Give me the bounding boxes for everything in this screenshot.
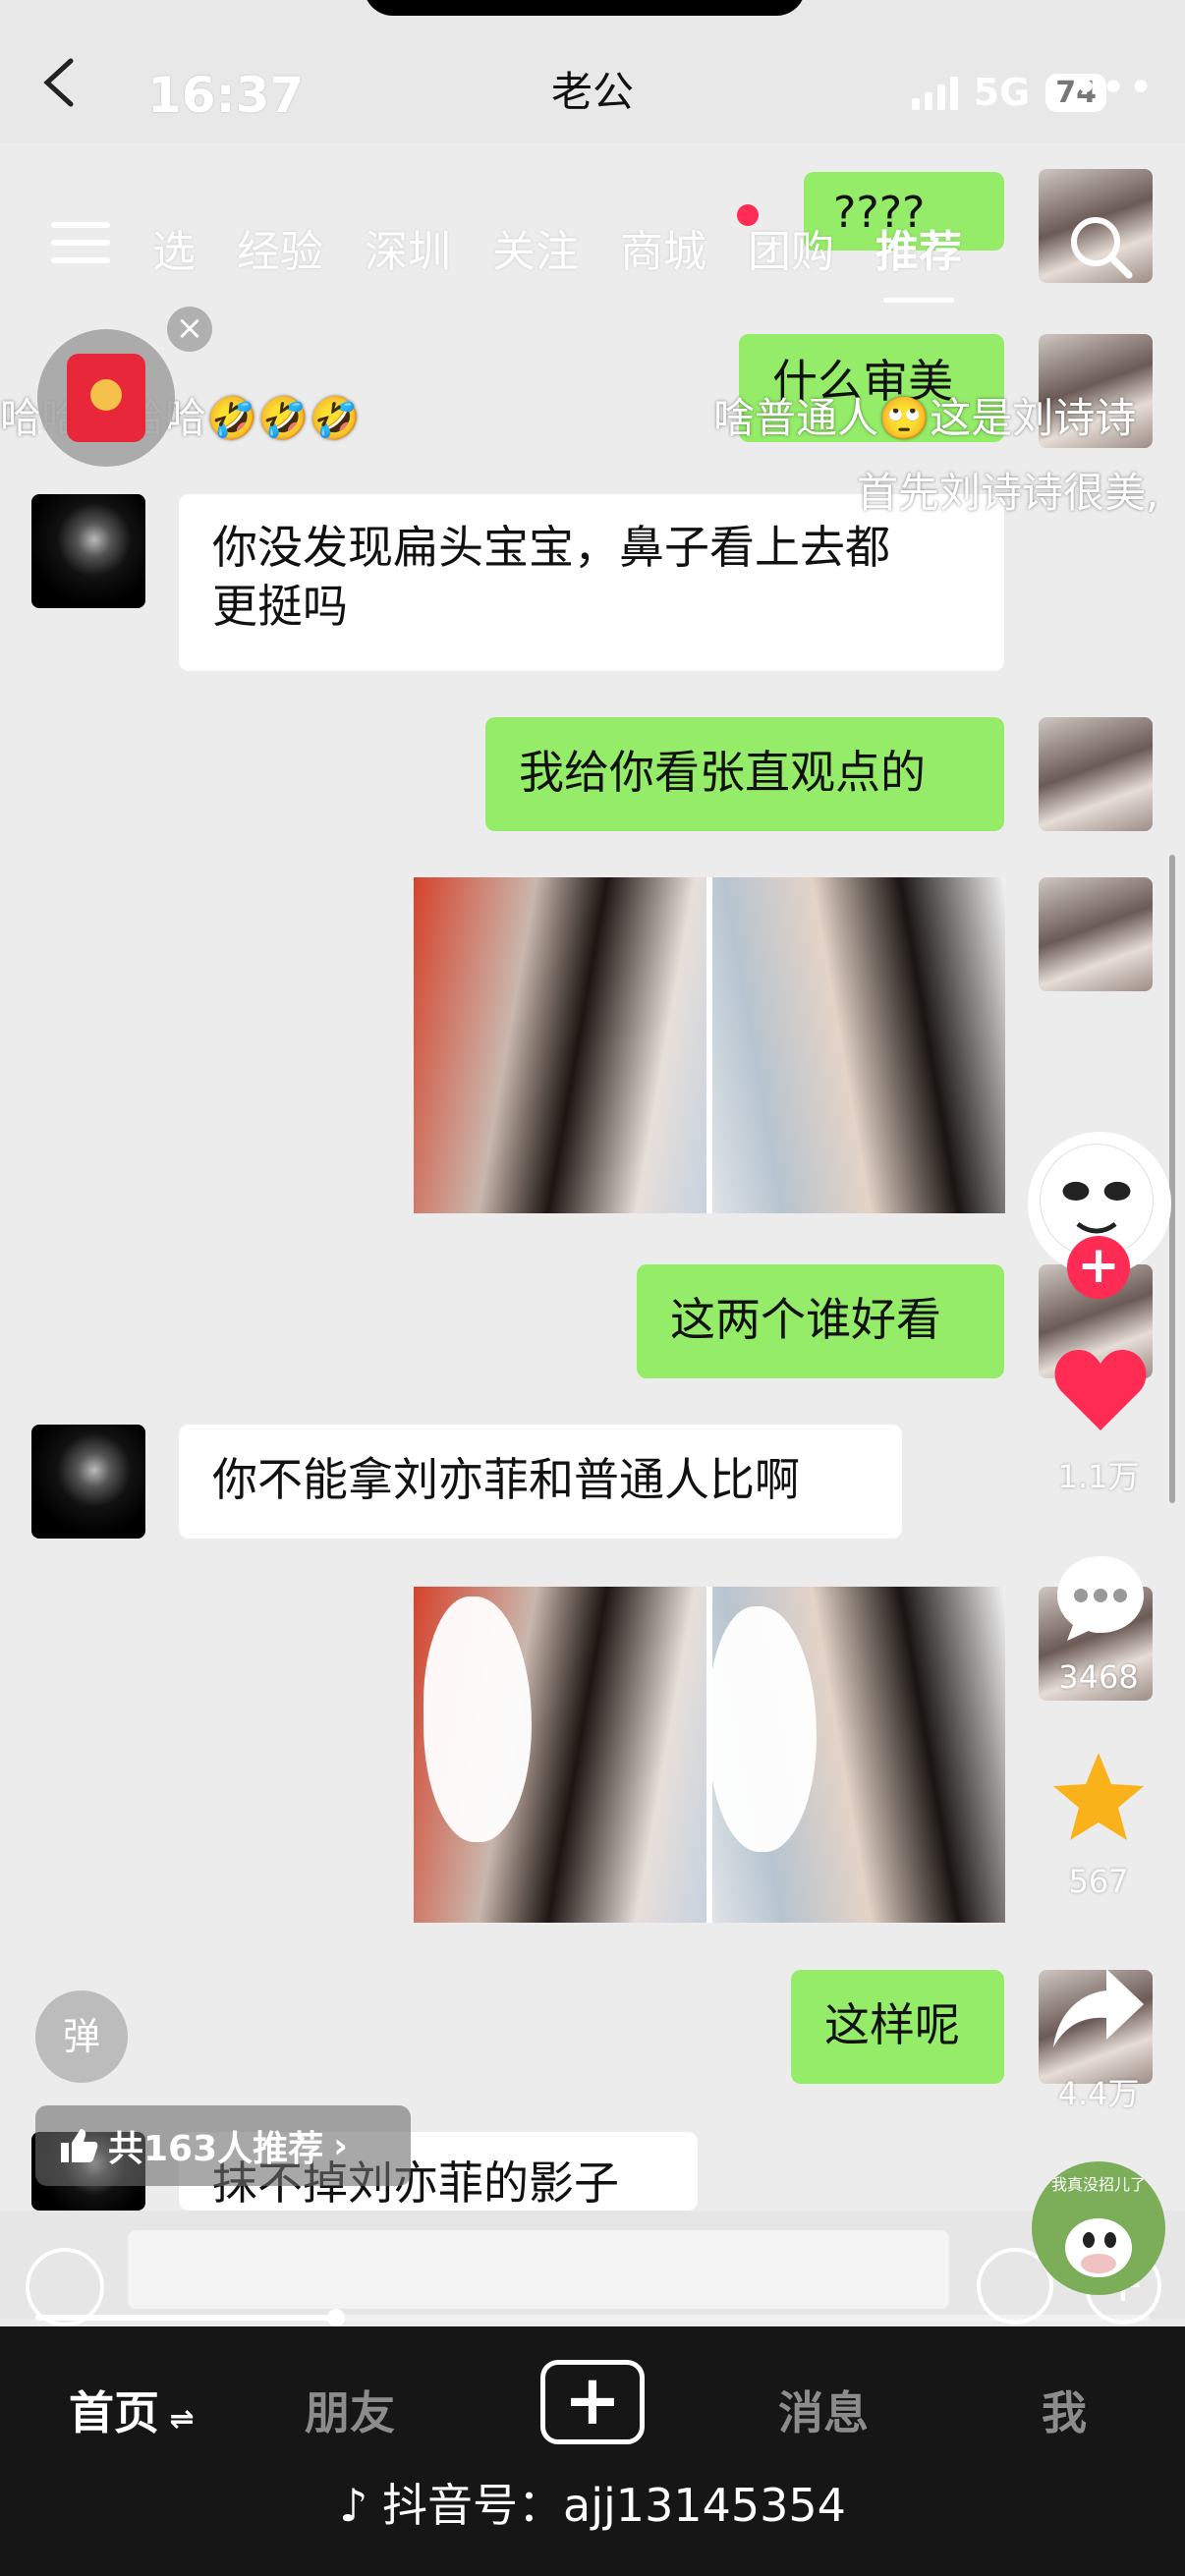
share-count: 4.4万 (1057, 2075, 1140, 2112)
image-message[interactable] (414, 877, 1005, 1213)
danmaku-toggle-button[interactable]: 弹 (35, 1990, 128, 2083)
star-icon[interactable] (1049, 1749, 1148, 1843)
nav-home-label: 首页 (69, 2386, 159, 2439)
signal-icon (911, 75, 958, 110)
message-bubble[interactable]: 你不能拿刘亦菲和普通人比啊 (179, 1425, 902, 1539)
sticker-badge[interactable]: 我真没招儿了 (1032, 2161, 1165, 2295)
tab-group-buy[interactable]: 团购 (748, 216, 834, 279)
close-icon[interactable]: × (167, 307, 212, 352)
nav-me[interactable]: 我 (1042, 2378, 1087, 2442)
tab-shenzhen[interactable]: 深圳 (365, 216, 451, 279)
message-bubble[interactable]: 这样呢 (791, 1970, 1004, 2084)
menu-icon[interactable] (51, 222, 110, 275)
nav-friends[interactable]: 朋友 (305, 2378, 395, 2442)
create-button[interactable]: + (540, 2360, 645, 2444)
search-icon[interactable] (1066, 212, 1135, 281)
message-bubble[interactable]: 我给你看张直观点的 (485, 717, 1004, 831)
message-text: 更挺吗 (212, 580, 348, 633)
tab-mall[interactable]: 商城 (620, 216, 706, 279)
message-bubble[interactable]: 你没发现扁头宝宝，鼻子看上去都 更挺吗 (179, 494, 1004, 671)
tab-experience[interactable]: 经验 (237, 216, 323, 279)
avatar[interactable] (31, 1425, 145, 1539)
favorite-count: 567 (1068, 1863, 1129, 1900)
comment-count: 3468 (1058, 1658, 1139, 1696)
camera-notch (364, 0, 806, 16)
nav-messages[interactable]: 消息 (778, 2378, 869, 2442)
scrollbar[interactable] (1169, 855, 1175, 1503)
like-count: 1.1万 (1057, 1458, 1140, 1495)
comment-icon[interactable] (1053, 1550, 1148, 1645)
avatar[interactable] (31, 494, 145, 608)
photo-left-half (414, 877, 706, 1213)
thumbs-up-icon (61, 2129, 98, 2162)
top-tab-bar: 选 经验 深圳 关注 商城 团购 推荐 (152, 216, 962, 303)
tab-following[interactable]: 关注 (492, 216, 579, 279)
video-progress-knob[interactable] (327, 2309, 346, 2326)
tab-recommend[interactable]: 推荐 (875, 216, 962, 303)
message-input[interactable] (128, 2230, 949, 2309)
nav-home[interactable]: 首页 ⇌ (69, 2378, 195, 2442)
avatar[interactable] (1039, 717, 1153, 831)
avatar[interactable] (1039, 877, 1153, 991)
follow-plus-icon[interactable]: + (1067, 1236, 1130, 1299)
network-type: 5G (973, 71, 1031, 114)
heart-icon[interactable] (1053, 1346, 1148, 1434)
chevron-right-icon: › (333, 2125, 348, 2166)
recommend-text: 共163人推荐 (108, 2129, 324, 2169)
message-text: 你没发现扁头宝宝，鼻子看上去都 (212, 521, 890, 574)
share-icon[interactable] (1049, 1961, 1148, 2055)
video-progress-fill (35, 2315, 337, 2321)
image-message[interactable] (414, 1587, 1005, 1923)
tab-xuan[interactable]: 选 (152, 216, 196, 279)
photo-right-half (712, 877, 1005, 1213)
tiktok-logo-icon: ♪ (339, 2479, 383, 2532)
danmaku-comment: 啥普通人🙄这是刘诗诗 (713, 394, 1137, 442)
recommend-banner[interactable]: 共163人推荐 › (35, 2105, 411, 2186)
douyin-id-watermark: ♪ 抖音号：ajj13145354 (0, 2470, 1185, 2535)
notification-dot (737, 204, 759, 226)
more-icon[interactable]: ••• (1073, 63, 1156, 113)
red-packet-icon[interactable] (37, 329, 175, 467)
message-bubble[interactable]: 这两个谁好看 (637, 1264, 1004, 1378)
video-progress-bar[interactable] (35, 2309, 1150, 2326)
switch-icon: ⇌ (159, 2402, 195, 2436)
sticker-text: 我真没招儿了 (1050, 2175, 1146, 2194)
douyin-id-text: 抖音号：ajj13145354 (382, 2479, 846, 2532)
danmaku-comment: 首先刘诗诗很美, (857, 469, 1159, 517)
